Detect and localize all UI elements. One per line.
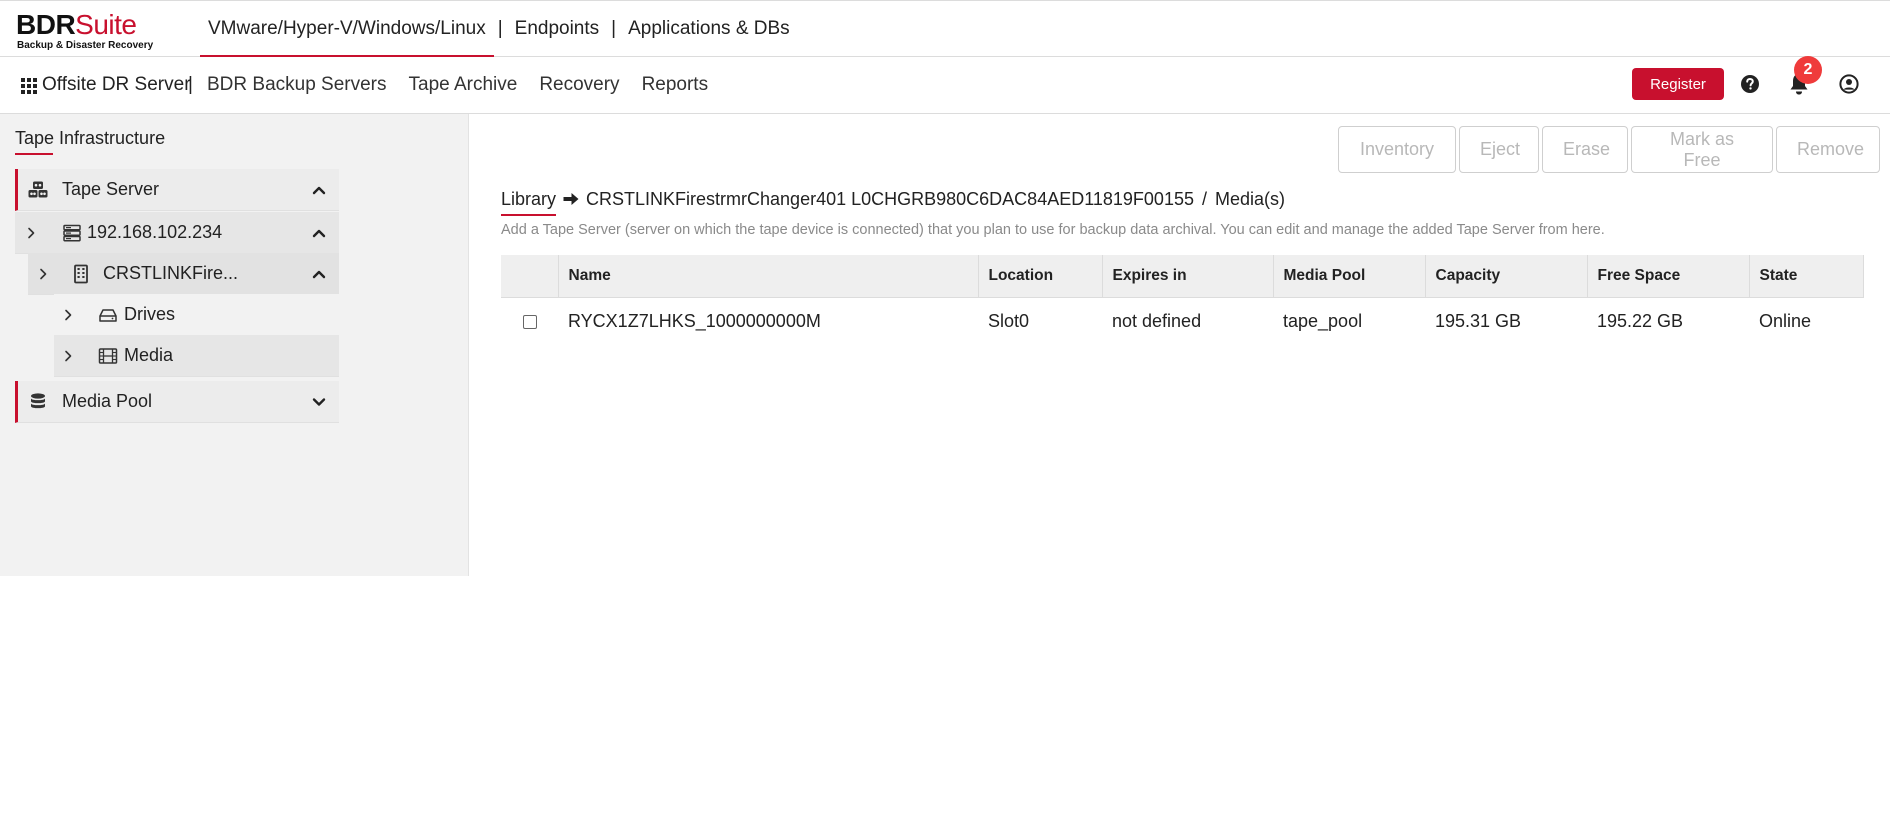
chevron-up-icon[interactable] (311, 266, 327, 282)
table-header-row: Name Location Expires in Media Pool Capa… (501, 255, 1864, 298)
column-header-state[interactable]: State (1749, 255, 1864, 298)
erase-button[interactable]: Erase (1542, 126, 1628, 173)
column-header-location[interactable]: Location (978, 255, 1103, 298)
cell-location: Slot0 (988, 310, 1030, 331)
column-header-free-space[interactable]: Free Space (1587, 255, 1750, 298)
chevron-right-icon[interactable] (61, 308, 75, 322)
server-switcher[interactable]: Offsite DR Server (42, 57, 191, 113)
product-nav-separator: | (611, 18, 617, 39)
tree-item-media-pool[interactable]: Media Pool (15, 381, 339, 423)
breadcrumb-current: Media(s) (1215, 188, 1286, 209)
eject-button[interactable]: Eject (1459, 126, 1539, 173)
table-row[interactable]: RYCX1Z7LHKS_1000000000M Slot0 not define… (501, 297, 1863, 345)
cell-expires: not defined (1112, 310, 1202, 331)
column-header-expires[interactable]: Expires in (1102, 255, 1274, 298)
main-nav: BDR Backup Servers Tape Archive Recovery… (196, 57, 719, 113)
chevron-right-icon[interactable] (24, 226, 38, 240)
cell-capacity: 195.31 GB (1435, 310, 1522, 331)
help-icon[interactable] (1740, 74, 1760, 94)
cell-free-space: 195.22 GB (1597, 310, 1684, 331)
user-account-icon[interactable] (1839, 74, 1859, 94)
product-nav-separator: | (497, 18, 503, 39)
nav-tape-archive[interactable]: Tape Archive (398, 57, 529, 113)
column-header-media-pool[interactable]: Media Pool (1273, 255, 1426, 298)
chevron-up-icon[interactable] (311, 225, 327, 241)
film-media-icon (98, 348, 118, 364)
page-description: Add a Tape Server (server on which the t… (501, 222, 1605, 238)
column-header-capacity[interactable]: Capacity (1425, 255, 1588, 298)
tree-item-label: CRSTLINKFire... (103, 263, 239, 283)
tree-item-drives[interactable]: Drives (54, 294, 339, 336)
drive-icon (99, 309, 117, 322)
product-tab-endpoints[interactable]: Endpoints (507, 1, 608, 57)
product-nav: VMware/Hyper-V/Windows/Linux | Endpoints… (200, 1, 798, 57)
cell-media-pool: tape_pool (1283, 310, 1363, 331)
mark-as-free-button[interactable]: Mark as Free (1631, 126, 1773, 173)
breadcrumb-library-path[interactable]: CRSTLINKFirestrmrChanger401 L0CHGRB980C6… (586, 189, 1194, 210)
tree-item-library[interactable]: CRSTLINKFire... (28, 253, 339, 295)
tree-item-label: Media Pool (62, 391, 153, 411)
tree-item-label: Media (124, 345, 174, 365)
breadcrumb-separator: / (1201, 188, 1207, 209)
chevron-up-icon[interactable] (311, 182, 327, 198)
brand-name: BDR (16, 9, 76, 40)
brand-tagline: Backup & Disaster Recovery (17, 40, 154, 51)
tree-item-label: Drives (124, 304, 176, 324)
header-select-cell (501, 255, 559, 298)
tree-item-server-ip[interactable]: 192.168.102.234 (15, 212, 339, 254)
tape-library-icon (74, 264, 88, 284)
product-tab-applications[interactable]: Applications & DBs (620, 1, 798, 57)
tree-item-label: Tape Server (62, 179, 160, 199)
grid-apps-icon[interactable] (21, 78, 37, 94)
inventory-button[interactable]: Inventory (1338, 126, 1456, 173)
sidebar-title: Tape Infrastructure (15, 128, 166, 148)
top-bar: BDRSuite Backup & Disaster Recovery VMwa… (0, 0, 1890, 57)
chevron-down-icon[interactable] (311, 394, 327, 410)
nav-separator: | (188, 74, 193, 95)
tree-item-tape-server[interactable]: Tape Server (15, 169, 339, 211)
arrow-right-icon (563, 193, 579, 205)
sidebar-title-underline (15, 153, 53, 155)
tree-item-media[interactable]: Media (54, 335, 339, 377)
breadcrumb-library-link[interactable]: Library (501, 189, 557, 216)
server-icon (63, 224, 81, 242)
row-select-cell (501, 297, 558, 345)
media-toolbar: Inventory Eject Erase Mark as Free Remov… (1338, 126, 1883, 173)
nav-recovery[interactable]: Recovery (528, 57, 630, 113)
brand-name-accent: Suite (75, 9, 137, 40)
register-button[interactable]: Register (1632, 68, 1724, 100)
chevron-right-icon[interactable] (36, 267, 50, 281)
nav-reports[interactable]: Reports (631, 57, 720, 113)
sidebar: Tape Infrastructure Tape Server 192.168.… (0, 114, 469, 576)
breadcrumb: Library CRSTLINKFirestrmrChanger401 L0CH… (501, 186, 1286, 216)
database-icon (31, 393, 45, 409)
remove-button[interactable]: Remove (1776, 126, 1880, 173)
tape-server-icon (28, 181, 48, 198)
product-tab-vmware[interactable]: VMware/Hyper-V/Windows/Linux (200, 1, 494, 57)
cell-name: RYCX1Z7LHKS_1000000000M (568, 310, 821, 331)
notification-count-badge[interactable]: 2 (1794, 56, 1822, 84)
column-header-name[interactable]: Name (558, 255, 979, 298)
nav-bdr-backup-servers[interactable]: BDR Backup Servers (196, 57, 398, 113)
row-checkbox[interactable] (522, 315, 537, 329)
cell-state: Online (1759, 310, 1812, 331)
chevron-right-icon[interactable] (61, 349, 75, 363)
brand-logo[interactable]: BDRSuite Backup & Disaster Recovery (16, 9, 166, 52)
tree-item-label: 192.168.102.234 (87, 222, 223, 242)
main-nav-bar: Offsite DR Server | BDR Backup Servers T… (0, 56, 1890, 114)
media-table: Name Location Expires in Media Pool Capa… (501, 255, 1864, 345)
